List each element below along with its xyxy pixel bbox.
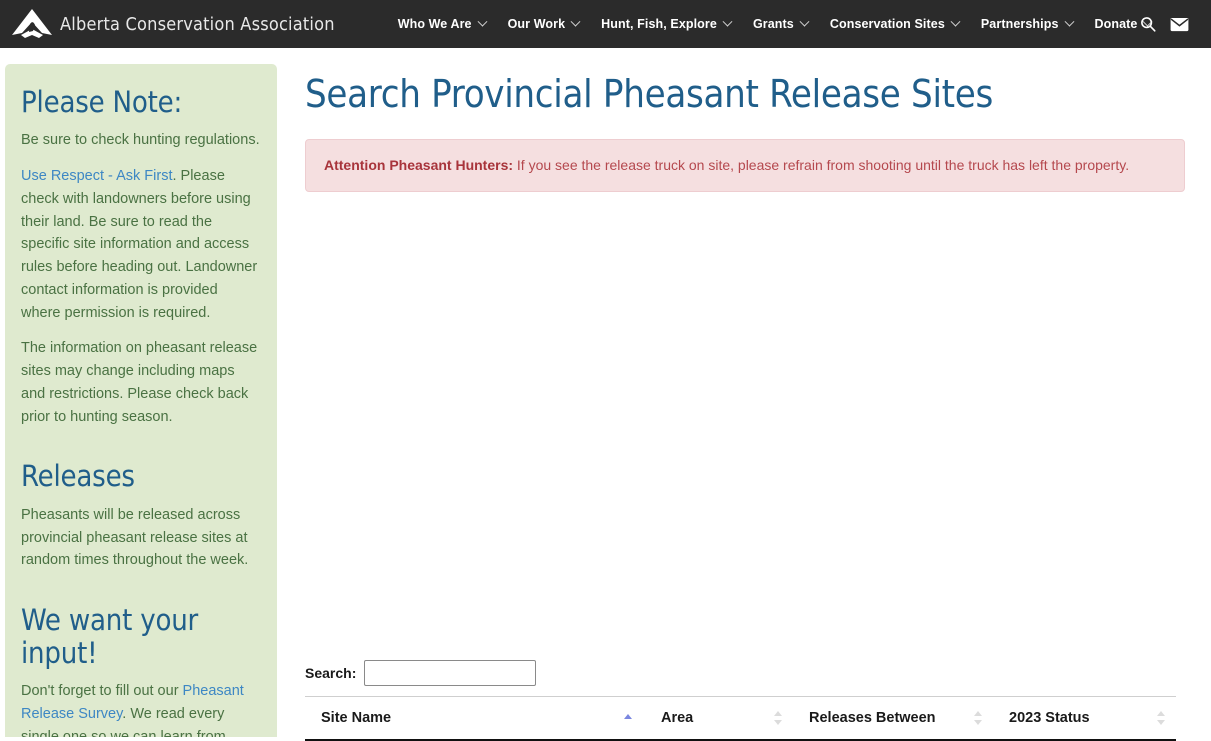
sidebar-paragraph-info-changes: The information on pheasant release site… — [21, 340, 258, 425]
nav-item-who-we-are[interactable]: Who We Are — [387, 11, 497, 37]
sidebar-paragraph-ask-first: Use Respect - Ask First. Please check wi… — [21, 165, 261, 324]
alert-message-text: If you see the release truck on site, pl… — [513, 156, 1130, 173]
column-header-releases-between[interactable]: Releases Between — [793, 696, 993, 741]
column-label: Site Name — [321, 710, 392, 727]
brand-logo-link[interactable]: Alberta Conservation Association — [8, 0, 335, 48]
release-sites-map-area[interactable] — [305, 192, 1185, 661]
sidebar-survey-prefix: Don't forget to fill out our — [21, 683, 183, 700]
column-header-2023-status[interactable]: 2023 Status — [993, 696, 1176, 741]
chevron-down-icon — [1064, 16, 1074, 27]
sidebar-heading-releases: Releases — [21, 459, 135, 494]
sidebar-paragraph-releases: Pheasants will be released across provin… — [21, 506, 249, 569]
column-label: Releases Between — [809, 710, 936, 727]
sort-none-icon[interactable] — [974, 710, 983, 726]
nav-label: Partnerships — [980, 17, 1059, 31]
nav-item-our-work[interactable]: Our Work — [497, 11, 591, 37]
sort-ascending-icon[interactable] — [624, 714, 633, 722]
release-sites-table: Site Name Area Releases Between 2023 Sta… — [305, 696, 1176, 741]
search-label: Search: — [305, 665, 357, 682]
envelope-icon[interactable] — [1169, 14, 1189, 34]
chevron-down-icon — [799, 16, 810, 27]
chevron-down-icon — [722, 16, 733, 27]
column-header-area[interactable]: Area — [645, 696, 793, 741]
sort-none-icon[interactable] — [774, 710, 783, 726]
chevron-down-icon — [950, 16, 961, 27]
search-icon[interactable] — [1138, 14, 1158, 34]
use-respect-ask-first-link[interactable]: Use Respect - Ask First — [21, 168, 172, 184]
nav-label: Our Work — [507, 17, 566, 31]
chevron-down-icon — [570, 16, 581, 27]
chevron-down-icon — [477, 16, 488, 27]
column-label: 2023 Status — [1009, 710, 1090, 727]
page-title: Search Provincial Pheasant Release Sites — [305, 72, 993, 116]
nav-label: Donate — [1094, 17, 1138, 31]
nav-item-partnerships[interactable]: Partnerships — [970, 11, 1084, 37]
mountain-logo-icon — [8, 4, 56, 44]
nav-label: Who We Are — [397, 17, 472, 31]
column-header-site-name[interactable]: Site Name — [305, 696, 645, 741]
nav-label: Hunt, Fish, Explore — [601, 17, 717, 31]
sidebar-paragraph-regulations: Be sure to check hunting regulations. — [21, 132, 260, 149]
sidebar-heading-please-note: Please Note: — [21, 85, 183, 119]
top-navigation-bar: Alberta Conservation Association Who We … — [0, 0, 1211, 48]
table-header-row: Site Name Area Releases Between 2023 Sta… — [305, 696, 1176, 741]
nav-item-hunt-fish-explore[interactable]: Hunt, Fish, Explore — [590, 11, 742, 37]
sidebar-paragraph-ask-first-text: . Please check with landowners before us… — [21, 168, 258, 321]
nav-item-grants[interactable]: Grants — [742, 11, 819, 37]
table-search-control: Search: — [305, 660, 1185, 687]
sidebar-heading-we-want-your-input: We want your input! — [21, 603, 199, 670]
sort-none-icon[interactable] — [1157, 710, 1166, 726]
main-content: Search Provincial Pheasant Release Sites… — [305, 58, 1185, 741]
sidebar-notes-panel: Please Note: Be sure to check hunting re… — [5, 64, 277, 737]
header-utility-icons — [1138, 14, 1189, 34]
sidebar-paragraph-survey: Don't forget to fill out our Pheasant Re… — [21, 680, 261, 737]
attention-alert-banner: Attention Pheasant Hunters: If you see t… — [305, 138, 1185, 193]
nav-label: Conservation Sites — [829, 17, 945, 31]
alert-bold-label: Attention Pheasant Hunters: — [324, 156, 514, 173]
nav-item-conservation-sites[interactable]: Conservation Sites — [819, 11, 970, 37]
nav-label: Grants — [752, 17, 794, 31]
main-menu: Who We Are Our Work Hunt, Fish, Explore … — [387, 11, 1163, 37]
brand-name: Alberta Conservation Association — [60, 13, 335, 35]
column-label: Area — [661, 710, 694, 727]
search-input[interactable] — [364, 660, 537, 687]
